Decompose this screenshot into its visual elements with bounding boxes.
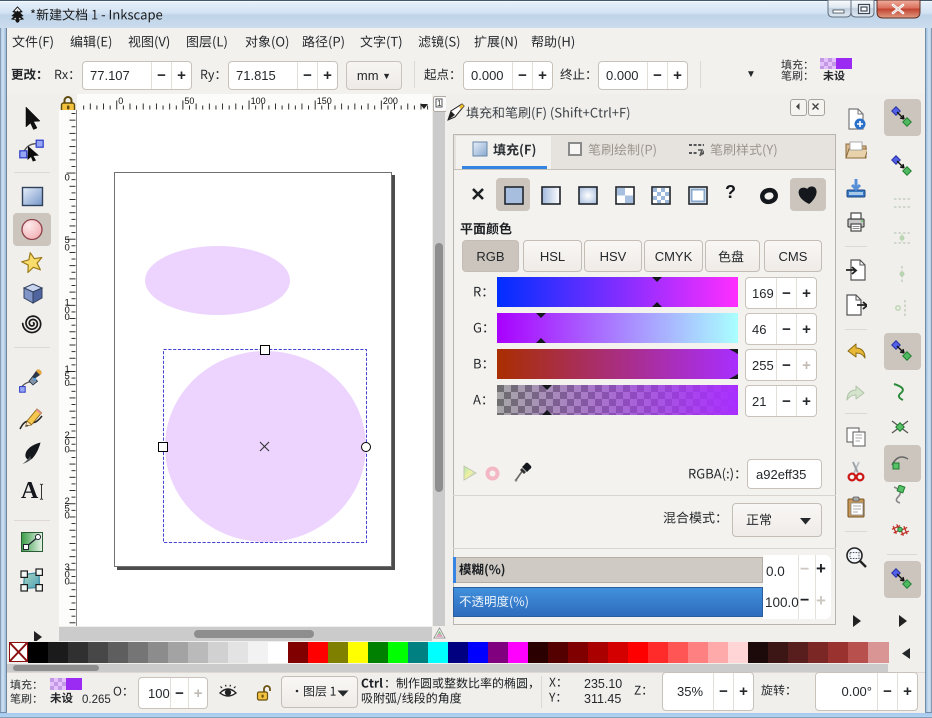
svg-text:150: 150 [317, 96, 332, 106]
svg-text:0: 0 [65, 444, 70, 455]
svg-text:1: 1 [437, 99, 442, 108]
svg-text:100: 100 [251, 96, 266, 106]
svg-text:A: A [21, 478, 39, 502]
svg-text:0: 0 [118, 96, 123, 106]
svg-text:0: 0 [65, 312, 70, 323]
svg-text:0: 0 [65, 242, 70, 253]
svg-text:0: 0 [65, 577, 70, 588]
svg-text:0: 0 [65, 173, 70, 184]
svg-text:0: 0 [65, 511, 70, 522]
svg-text:50: 50 [184, 96, 194, 106]
svg-text:0: 0 [65, 378, 70, 389]
svg-text:200: 200 [383, 96, 398, 106]
